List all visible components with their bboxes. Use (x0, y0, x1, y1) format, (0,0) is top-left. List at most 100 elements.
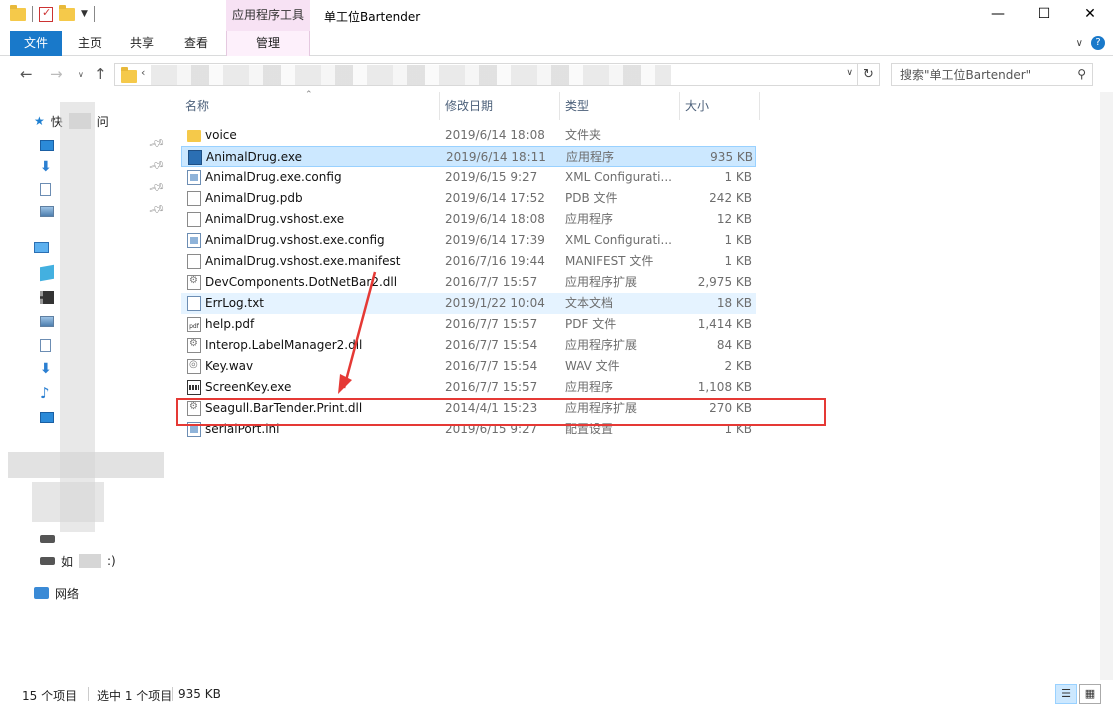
file-row[interactable]: Key.wav 2016/7/7 15:54 WAV 文件 2 KB (181, 356, 756, 377)
customize-toolbar-chevron-icon[interactable]: ▼ (81, 9, 88, 19)
dll-file-icon (187, 338, 201, 353)
status-selected-count: 选中 1 个项目 (97, 689, 173, 703)
forward-arrow-icon[interactable]: → (50, 65, 63, 83)
pin-icon[interactable]: 📌︎ (148, 178, 167, 196)
file-row[interactable]: ErrLog.txt 2019/1/22 10:04 文本文档 18 KB (181, 293, 756, 314)
audio-file-icon (187, 359, 201, 374)
file-row[interactable]: AnimalDrug.vshost.exe.config 2019/6/14 17… (181, 230, 756, 251)
details-view-icon[interactable]: ☰ (1055, 684, 1077, 704)
status-separator (172, 687, 173, 701)
pin-icon[interactable]: 📌︎ (148, 156, 167, 174)
nav-item-desktop-pc[interactable] (40, 406, 54, 428)
maximize-button[interactable]: ☐ (1021, 0, 1067, 31)
tab-view[interactable]: 查看 (170, 31, 222, 56)
nav-item-3d-objects[interactable] (40, 262, 54, 284)
file-name: AnimalDrug.exe.config (205, 170, 342, 184)
close-button[interactable]: ✕ (1067, 0, 1113, 31)
search-icon[interactable]: ⚲ (1077, 67, 1086, 81)
nav-item-documents[interactable] (40, 178, 51, 200)
search-box[interactable]: ⚲ (891, 63, 1093, 86)
file-type: PDF 文件 (565, 317, 617, 331)
file-date: 2019/6/14 18:08 (445, 212, 545, 226)
file-icon (187, 254, 201, 269)
file-type: MANIFEST 文件 (565, 254, 654, 268)
file-row[interactable]: AnimalDrug.vshost.exe.manifest 2016/7/16 … (181, 251, 756, 272)
file-row[interactable]: AnimalDrug.exe 2019/6/14 18:11 应用程序 935 KB (181, 146, 756, 167)
nav-item-drive-d[interactable]: 如 :) (40, 550, 116, 572)
back-arrow-icon[interactable]: ← (20, 65, 33, 83)
file-type: WAV 文件 (565, 359, 620, 373)
file-row[interactable]: pdf help.pdf 2016/7/7 15:57 PDF 文件 1,414 KB (181, 314, 756, 335)
status-bar: 15 个项目 选中 1 个项目 935 KB ☰ ▦ (0, 680, 1113, 714)
nav-item-music[interactable]: ♪ (40, 382, 50, 404)
pin-icon[interactable]: 📌︎ (148, 200, 167, 218)
tab-manage[interactable]: 管理 (226, 31, 310, 56)
tab-home[interactable]: 主页 (66, 31, 114, 56)
highlight-annotation-box (176, 398, 826, 426)
file-row[interactable]: Interop.LabelManager2.dll 2016/7/7 15:54 应… (181, 335, 756, 356)
refresh-button[interactable]: ↻ (858, 63, 880, 86)
column-header-date[interactable]: 修改日期 (439, 92, 559, 120)
quick-access-toolbar: ▼ (10, 4, 95, 22)
document-icon (40, 338, 51, 352)
tab-file[interactable]: 文件 (10, 31, 62, 56)
file-type: XML Configurati... (565, 170, 672, 184)
blurred-region (32, 482, 104, 522)
address-bar-row: ← → ∨ ↑ ‹ ∨ ↻ ⚲ (0, 56, 1113, 92)
nav-item-downloads-pc[interactable]: ⬇ (40, 358, 52, 380)
file-row[interactable]: AnimalDrug.exe.config 2019/6/15 9:27 XML C… (181, 167, 756, 188)
up-arrow-icon[interactable]: ↑ (94, 65, 107, 83)
breadcrumb-chevron-icon[interactable]: ‹ (141, 66, 145, 79)
search-input[interactable] (892, 64, 1062, 85)
network-icon (34, 587, 49, 599)
nav-item-pictures[interactable] (40, 200, 54, 222)
file-date: 2019/1/22 10:04 (445, 296, 545, 310)
pin-icon[interactable]: 📌︎ (148, 134, 167, 152)
nav-item-pictures-pc[interactable] (40, 310, 54, 332)
file-type: PDB 文件 (565, 191, 618, 205)
file-row[interactable]: DevComponents.DotNetBar2.dll 2016/7/7 15:… (181, 272, 756, 293)
nav-item-drive-c[interactable] (40, 528, 55, 550)
folder-icon (187, 130, 201, 142)
file-icon (187, 191, 201, 206)
large-icons-view-icon[interactable]: ▦ (1079, 684, 1101, 704)
file-date: 2019/6/14 18:11 (446, 150, 546, 164)
tab-share[interactable]: 共享 (118, 31, 166, 56)
file-date: 2016/7/7 15:54 (445, 338, 538, 352)
help-icon[interactable]: ? (1091, 36, 1105, 50)
ribbon-controls: ∨ ? (1076, 36, 1105, 50)
file-date: 2016/7/7 15:54 (445, 359, 538, 373)
nav-item-downloads[interactable]: ⬇ (40, 156, 52, 178)
status-selected-size: 935 KB (178, 687, 221, 701)
file-row[interactable]: AnimalDrug.pdb 2019/6/14 17:52 PDB 文件 242 K… (181, 188, 756, 209)
status-separator (88, 687, 89, 701)
new-folder-icon[interactable] (59, 4, 75, 21)
file-size: 12 KB (716, 212, 752, 226)
nav-this-pc[interactable] (34, 236, 49, 258)
column-header-type[interactable]: 类型 (559, 92, 679, 120)
file-row[interactable]: ScreenKey.exe 2016/7/7 15:57 应用程序 1,108 KB (181, 377, 756, 398)
nav-item-videos[interactable] (40, 286, 54, 308)
address-history-chevron-icon[interactable]: ∨ (846, 68, 853, 78)
file-size: 84 KB (716, 338, 752, 352)
column-header-size[interactable]: 大小 (679, 92, 759, 120)
file-row[interactable]: voice 2019/6/14 18:08 文件夹 (181, 125, 756, 146)
address-input[interactable]: ‹ ∨ (114, 63, 858, 86)
nav-item-desktop[interactable] (40, 134, 54, 156)
application-icon (188, 150, 202, 165)
file-row[interactable]: AnimalDrug.vshost.exe 2019/6/14 18:08 应用程序… (181, 209, 756, 230)
nav-item-documents-pc[interactable] (40, 334, 51, 356)
properties-icon[interactable] (39, 6, 53, 22)
pictures-icon (40, 315, 54, 327)
recent-locations-chevron-icon[interactable]: ∨ (78, 70, 84, 79)
dll-file-icon (187, 275, 201, 290)
vertical-scrollbar[interactable] (1100, 92, 1113, 680)
file-name: AnimalDrug.vshost.exe (205, 212, 345, 226)
expand-ribbon-chevron-icon[interactable]: ∨ (1076, 38, 1083, 49)
file-size: 18 KB (716, 296, 752, 310)
nav-network[interactable]: 网络 (34, 582, 79, 604)
minimize-button[interactable]: — (975, 0, 1021, 31)
column-divider[interactable] (759, 92, 760, 120)
file-type: 文本文档 (565, 296, 614, 310)
file-type: 应用程序 (565, 380, 614, 394)
